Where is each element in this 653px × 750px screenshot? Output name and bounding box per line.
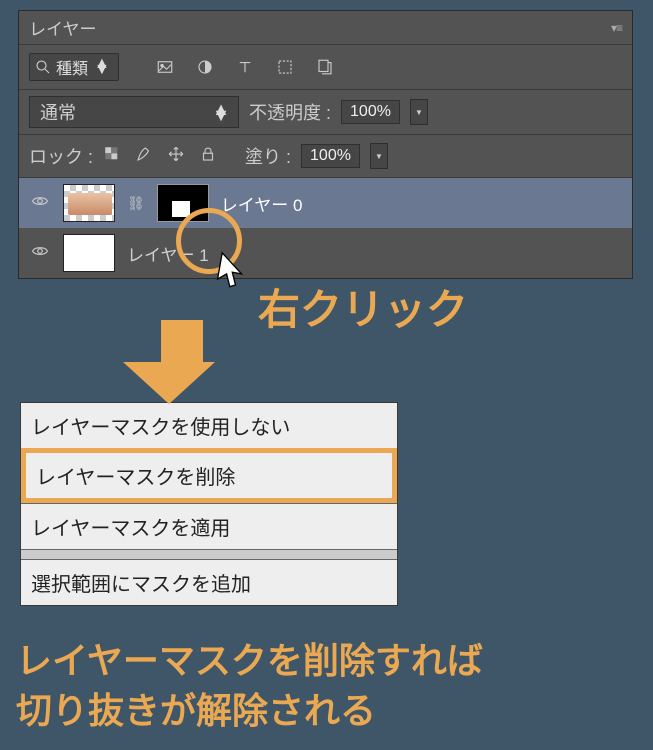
context-menu-item[interactable]: レイヤーマスクを適用 bbox=[21, 503, 397, 549]
layer-list: ⛓ レイヤー 0 レイヤー 1 bbox=[19, 177, 632, 278]
layers-panel: レイヤー ▾≡ 種類 ▲▼ 通常 bbox=[18, 10, 633, 279]
layer-thumbnail[interactable] bbox=[63, 184, 115, 222]
filter-type-dropdown[interactable]: 種類 ▲▼ bbox=[29, 53, 119, 81]
layer-row[interactable]: レイヤー 1 bbox=[19, 228, 632, 278]
context-menu-separator bbox=[21, 549, 397, 559]
context-menu: レイヤーマスクを使用しない レイヤーマスクを削除 レイヤーマスクを適用 選択範囲… bbox=[20, 402, 398, 606]
shape-layer-filter-icon[interactable] bbox=[275, 57, 295, 77]
link-icon[interactable]: ⛓ bbox=[127, 195, 145, 212]
visibility-icon[interactable] bbox=[29, 242, 51, 265]
panel-menu-icon[interactable]: ▾≡ bbox=[611, 21, 622, 35]
dropdown-arrows-icon: ▲▼ bbox=[212, 106, 230, 118]
lock-transparent-icon[interactable] bbox=[103, 145, 121, 168]
caption-text: レイヤーマスクを削除すれば 切り抜きが解除される bbox=[16, 636, 483, 737]
panel-header: レイヤー ▾≡ bbox=[19, 11, 632, 45]
search-icon bbox=[34, 58, 52, 76]
fill-arrow-icon[interactable]: ▼ bbox=[370, 143, 388, 169]
opacity-label: 不透明度 : bbox=[249, 99, 331, 125]
blend-mode-value: 通常 bbox=[40, 99, 76, 125]
opacity-arrow-icon[interactable]: ▼ bbox=[410, 99, 428, 125]
blend-row: 通常 ▲▼ 不透明度 : 100% ▼ bbox=[19, 89, 632, 134]
layer-thumbnail[interactable] bbox=[63, 234, 115, 272]
filter-type-label: 種類 bbox=[56, 55, 88, 79]
lock-all-icon[interactable] bbox=[199, 145, 217, 168]
caption-line: 切り抜きが解除される bbox=[16, 686, 483, 736]
adjustment-layer-filter-icon[interactable] bbox=[195, 57, 215, 77]
fill-label: 塗り : bbox=[245, 143, 291, 169]
lock-row: ロック : 塗り : 100% ▼ bbox=[19, 134, 632, 177]
right-click-annotation: 右クリック bbox=[258, 276, 468, 337]
lock-label: ロック : bbox=[29, 143, 93, 169]
panel-title: レイヤー bbox=[29, 15, 97, 40]
dropdown-arrows-icon: ▲▼ bbox=[94, 61, 110, 73]
opacity-value[interactable]: 100% bbox=[341, 100, 400, 124]
lock-image-icon[interactable] bbox=[135, 145, 153, 168]
visibility-icon[interactable] bbox=[29, 192, 51, 215]
layer-name[interactable]: レイヤー 0 bbox=[221, 191, 303, 216]
lock-position-icon[interactable] bbox=[167, 145, 185, 168]
type-layer-filter-icon[interactable] bbox=[235, 57, 255, 77]
layer-name[interactable]: レイヤー 1 bbox=[127, 241, 209, 266]
caption-line: レイヤーマスクを削除すれば bbox=[16, 636, 483, 686]
pixel-layer-filter-icon[interactable] bbox=[155, 57, 175, 77]
fill-value[interactable]: 100% bbox=[301, 144, 360, 168]
filter-row: 種類 ▲▼ bbox=[19, 45, 632, 89]
filter-icon-row bbox=[155, 57, 335, 77]
blend-mode-dropdown[interactable]: 通常 ▲▼ bbox=[29, 96, 239, 128]
context-menu-item[interactable]: レイヤーマスクを使用しない bbox=[21, 403, 397, 448]
context-menu-item[interactable]: 選択範囲にマスクを追加 bbox=[21, 559, 397, 605]
down-arrow-annotation bbox=[148, 320, 215, 404]
layer-mask-thumbnail[interactable] bbox=[157, 184, 209, 222]
context-menu-item-highlighted[interactable]: レイヤーマスクを削除 bbox=[21, 448, 397, 503]
layer-row[interactable]: ⛓ レイヤー 0 bbox=[19, 178, 632, 228]
smart-object-filter-icon[interactable] bbox=[315, 57, 335, 77]
